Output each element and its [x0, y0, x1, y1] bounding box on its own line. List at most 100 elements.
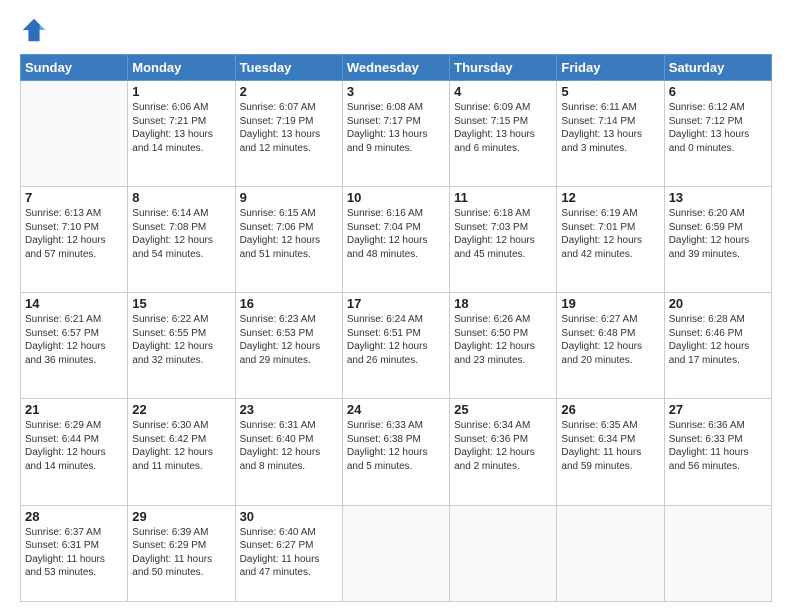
calendar-cell: [664, 505, 771, 602]
calendar-cell: 25 Sunrise: 6:34 AMSunset: 6:36 PMDayligh…: [450, 399, 557, 505]
calendar-cell: 5 Sunrise: 6:11 AMSunset: 7:14 PMDaylight…: [557, 81, 664, 187]
calendar-week-row-4: 21 Sunrise: 6:29 AMSunset: 6:44 PMDayligh…: [21, 399, 772, 505]
calendar-week-row-5: 28 Sunrise: 6:37 AMSunset: 6:31 PMDayligh…: [21, 505, 772, 602]
day-number: 6: [669, 84, 767, 99]
header: [20, 16, 772, 44]
day-info: Sunrise: 6:19 AMSunset: 7:01 PMDaylight:…: [561, 207, 659, 261]
day-info: Sunrise: 6:23 AMSunset: 6:53 PMDaylight:…: [240, 313, 338, 367]
calendar-cell: 10Sunrise: 6:16 AMSunset: 7:04 PMDayligh…: [342, 187, 449, 293]
day-info: Sunrise: 6:35 AMSunset: 6:34 PMDaylight:…: [561, 419, 659, 473]
weekday-header-friday: Friday: [557, 55, 664, 81]
logo: [20, 16, 52, 44]
day-info: Sunrise: 6:36 AMSunset: 6:33 PMDaylight:…: [669, 419, 767, 473]
weekday-header-wednesday: Wednesday: [342, 55, 449, 81]
calendar-week-row-2: 7 Sunrise: 6:13 AMSunset: 7:10 PMDaylight…: [21, 187, 772, 293]
day-info: Sunrise: 6:12 AMSunset: 7:12 PMDaylight:…: [669, 101, 767, 155]
calendar-week-row-3: 14 Sunrise: 6:21 AMSunset: 6:57 PMDayligh…: [21, 293, 772, 399]
calendar-cell: 18 Sunrise: 6:26 AMSunset: 6:50 PMDayligh…: [450, 293, 557, 399]
day-number: 11: [454, 190, 552, 205]
day-info: Sunrise: 6:40 AMSunset: 6:27 PMDaylight:…: [240, 526, 338, 580]
calendar-cell: 30 Sunrise: 6:40 AMSunset: 6:27 PMDayligh…: [235, 505, 342, 602]
day-info: Sunrise: 6:20 AMSunset: 6:59 PMDaylight:…: [669, 207, 767, 261]
day-number: 20: [669, 296, 767, 311]
day-info: Sunrise: 6:13 AMSunset: 7:10 PMDaylight:…: [25, 207, 123, 261]
day-info: Sunrise: 6:18 AMSunset: 7:03 PMDaylight:…: [454, 207, 552, 261]
day-number: 17: [347, 296, 445, 311]
day-number: 12: [561, 190, 659, 205]
day-info: Sunrise: 6:27 AMSunset: 6:48 PMDaylight:…: [561, 313, 659, 367]
calendar-week-row-1: 1Sunrise: 6:06 AMSunset: 7:21 PMDaylight…: [21, 81, 772, 187]
calendar-cell: 11 Sunrise: 6:18 AMSunset: 7:03 PMDayligh…: [450, 187, 557, 293]
page: SundayMondayTuesdayWednesdayThursdayFrid…: [0, 0, 792, 612]
calendar-cell: 4Sunrise: 6:09 AMSunset: 7:15 PMDaylight…: [450, 81, 557, 187]
weekday-header-sunday: Sunday: [21, 55, 128, 81]
day-info: Sunrise: 6:14 AMSunset: 7:08 PMDaylight:…: [132, 207, 230, 261]
weekday-header-tuesday: Tuesday: [235, 55, 342, 81]
day-info: Sunrise: 6:07 AMSunset: 7:19 PMDaylight:…: [240, 101, 338, 155]
calendar-cell: 27 Sunrise: 6:36 AMSunset: 6:33 PMDayligh…: [664, 399, 771, 505]
day-info: Sunrise: 6:31 AMSunset: 6:40 PMDaylight:…: [240, 419, 338, 473]
calendar-cell: 24 Sunrise: 6:33 AMSunset: 6:38 PMDayligh…: [342, 399, 449, 505]
calendar-cell: 29 Sunrise: 6:39 AMSunset: 6:29 PMDayligh…: [128, 505, 235, 602]
day-number: 16: [240, 296, 338, 311]
calendar-cell: 2 Sunrise: 6:07 AMSunset: 7:19 PMDaylight…: [235, 81, 342, 187]
day-info: Sunrise: 6:26 AMSunset: 6:50 PMDaylight:…: [454, 313, 552, 367]
weekday-header-monday: Monday: [128, 55, 235, 81]
day-number: 5: [561, 84, 659, 99]
day-number: 29: [132, 509, 230, 524]
calendar-cell: 23 Sunrise: 6:31 AMSunset: 6:40 PMDayligh…: [235, 399, 342, 505]
day-info: Sunrise: 6:29 AMSunset: 6:44 PMDaylight:…: [25, 419, 123, 473]
day-info: Sunrise: 6:15 AMSunset: 7:06 PMDaylight:…: [240, 207, 338, 261]
day-number: 13: [669, 190, 767, 205]
calendar-cell: 20 Sunrise: 6:28 AMSunset: 6:46 PMDayligh…: [664, 293, 771, 399]
day-number: 24: [347, 402, 445, 417]
day-info: Sunrise: 6:34 AMSunset: 6:36 PMDaylight:…: [454, 419, 552, 473]
day-info: Sunrise: 6:09 AMSunset: 7:15 PMDaylight:…: [454, 101, 552, 155]
calendar-cell: 26 Sunrise: 6:35 AMSunset: 6:34 PMDayligh…: [557, 399, 664, 505]
day-number: 10: [347, 190, 445, 205]
day-number: 25: [454, 402, 552, 417]
calendar-cell: [450, 505, 557, 602]
day-info: Sunrise: 6:06 AMSunset: 7:21 PMDaylight:…: [132, 101, 230, 155]
day-number: 15: [132, 296, 230, 311]
day-info: Sunrise: 6:11 AMSunset: 7:14 PMDaylight:…: [561, 101, 659, 155]
day-info: Sunrise: 6:28 AMSunset: 6:46 PMDaylight:…: [669, 313, 767, 367]
day-number: 19: [561, 296, 659, 311]
day-info: Sunrise: 6:24 AMSunset: 6:51 PMDaylight:…: [347, 313, 445, 367]
calendar-cell: 22Sunrise: 6:30 AMSunset: 6:42 PMDayligh…: [128, 399, 235, 505]
calendar-cell: 28 Sunrise: 6:37 AMSunset: 6:31 PMDayligh…: [21, 505, 128, 602]
calendar-cell: 16 Sunrise: 6:23 AMSunset: 6:53 PMDayligh…: [235, 293, 342, 399]
day-number: 26: [561, 402, 659, 417]
day-info: Sunrise: 6:08 AMSunset: 7:17 PMDaylight:…: [347, 101, 445, 155]
day-number: 23: [240, 402, 338, 417]
day-number: 14: [25, 296, 123, 311]
day-number: 2: [240, 84, 338, 99]
calendar-cell: 7 Sunrise: 6:13 AMSunset: 7:10 PMDaylight…: [21, 187, 128, 293]
day-number: 21: [25, 402, 123, 417]
weekday-header-saturday: Saturday: [664, 55, 771, 81]
day-info: Sunrise: 6:22 AMSunset: 6:55 PMDaylight:…: [132, 313, 230, 367]
day-number: 9: [240, 190, 338, 205]
calendar-cell: 15 Sunrise: 6:22 AMSunset: 6:55 PMDayligh…: [128, 293, 235, 399]
day-number: 3: [347, 84, 445, 99]
day-number: 18: [454, 296, 552, 311]
day-info: Sunrise: 6:33 AMSunset: 6:38 PMDaylight:…: [347, 419, 445, 473]
day-info: Sunrise: 6:39 AMSunset: 6:29 PMDaylight:…: [132, 526, 230, 580]
logo-icon: [20, 16, 48, 44]
day-number: 27: [669, 402, 767, 417]
calendar-cell: 19 Sunrise: 6:27 AMSunset: 6:48 PMDayligh…: [557, 293, 664, 399]
calendar-table: SundayMondayTuesdayWednesdayThursdayFrid…: [20, 54, 772, 602]
calendar-cell: 1Sunrise: 6:06 AMSunset: 7:21 PMDaylight…: [128, 81, 235, 187]
calendar-header-row: SundayMondayTuesdayWednesdayThursdayFrid…: [21, 55, 772, 81]
day-info: Sunrise: 6:21 AMSunset: 6:57 PMDaylight:…: [25, 313, 123, 367]
calendar-cell: 12 Sunrise: 6:19 AMSunset: 7:01 PMDayligh…: [557, 187, 664, 293]
day-info: Sunrise: 6:37 AMSunset: 6:31 PMDaylight:…: [25, 526, 123, 580]
calendar-cell: 13 Sunrise: 6:20 AMSunset: 6:59 PMDayligh…: [664, 187, 771, 293]
calendar-cell: 17 Sunrise: 6:24 AMSunset: 6:51 PMDayligh…: [342, 293, 449, 399]
day-number: 7: [25, 190, 123, 205]
calendar-cell: 3 Sunrise: 6:08 AMSunset: 7:17 PMDaylight…: [342, 81, 449, 187]
day-number: 28: [25, 509, 123, 524]
calendar-cell: 8Sunrise: 6:14 AMSunset: 7:08 PMDaylight…: [128, 187, 235, 293]
day-number: 30: [240, 509, 338, 524]
calendar-cell: 21 Sunrise: 6:29 AMSunset: 6:44 PMDayligh…: [21, 399, 128, 505]
